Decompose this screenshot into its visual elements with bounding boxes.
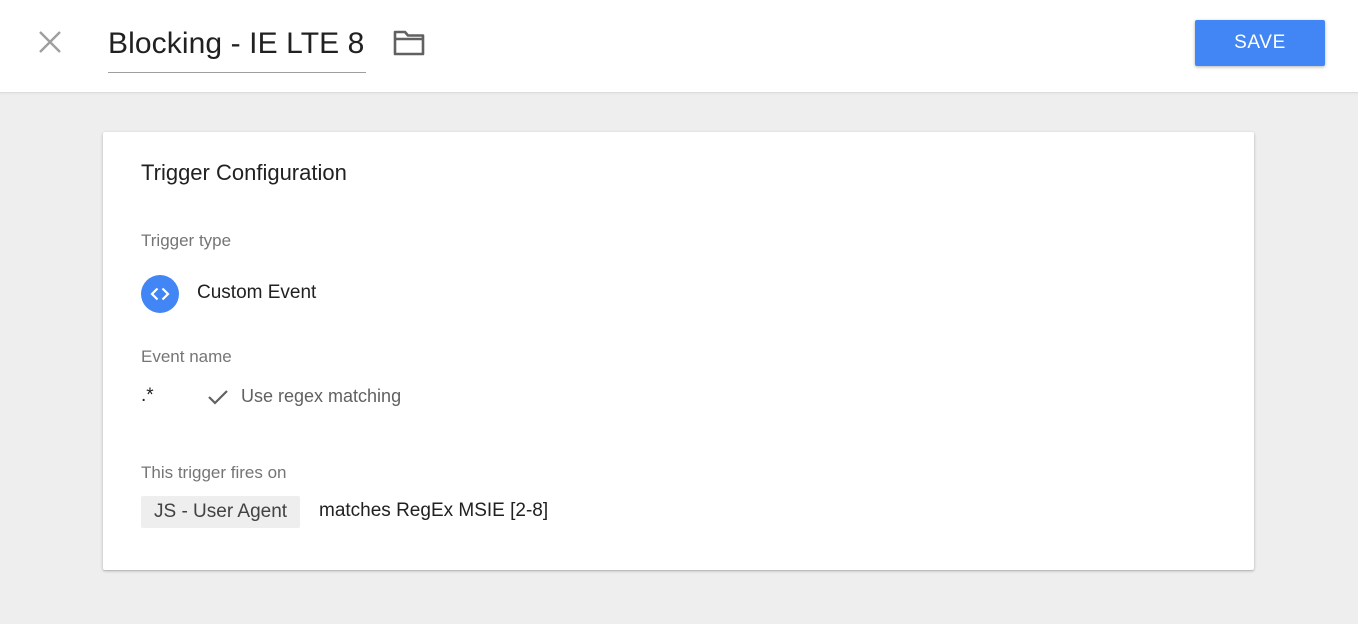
card-title: Trigger Configuration [141, 160, 347, 185]
save-button[interactable]: SAVE [1195, 20, 1325, 66]
regex-matching-label: Use regex matching [241, 386, 402, 406]
trigger-type-label: Trigger type [141, 231, 232, 250]
condition-text: matches RegEx MSIE [2-8] [319, 500, 549, 521]
variable-chip: JS - User Agent [141, 496, 301, 528]
checkmark-icon [207, 388, 229, 406]
code-brackets-icon [141, 275, 179, 313]
trigger-type-value: Custom Event [197, 282, 317, 303]
trigger-configuration-card[interactable]: Trigger Configuration Trigger type Custo… [103, 132, 1254, 570]
folder-icon[interactable] [392, 28, 426, 58]
event-name-value: .* [141, 385, 154, 406]
event-name-label: Event name [141, 347, 232, 366]
close-icon[interactable] [36, 28, 64, 56]
page-title: Blocking - IE LTE 8 [108, 27, 365, 60]
trigger-name-field[interactable]: Blocking - IE LTE 8 [108, 22, 367, 73]
top-bar: Blocking - IE LTE 8 SAVE [0, 0, 1358, 93]
fires-on-label: This trigger fires on [141, 463, 287, 482]
